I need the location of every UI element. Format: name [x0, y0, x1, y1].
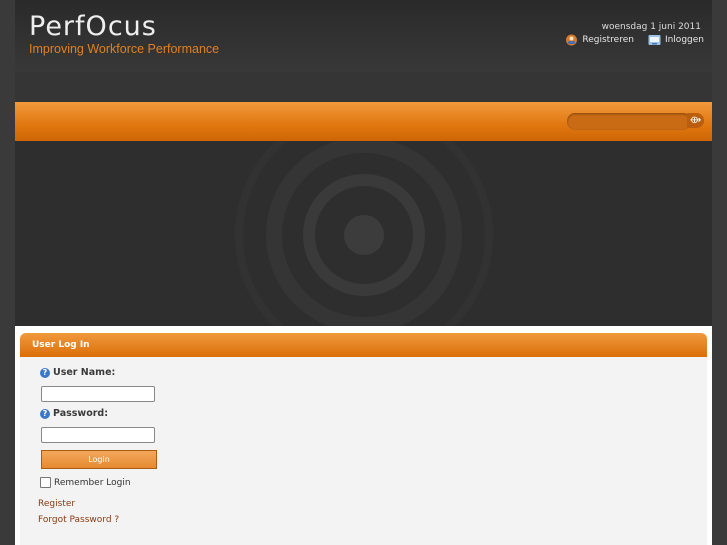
- page-frame: PerfOcus Improving Workforce Performance…: [15, 0, 712, 545]
- register-top-link[interactable]: Registreren: [565, 34, 634, 46]
- remember-label: Remember Login: [54, 477, 131, 488]
- register-icon: [566, 34, 578, 46]
- search-go-icon: ⟴: [689, 115, 702, 126]
- search-input[interactable]: [567, 113, 691, 130]
- top-links: Registreren Inloggen: [565, 34, 704, 46]
- register-link[interactable]: Register: [38, 499, 75, 509]
- register-top-label: Registreren: [582, 35, 634, 45]
- logo[interactable]: PerfOcus: [29, 11, 157, 42]
- login-top-link[interactable]: Inloggen: [648, 34, 704, 46]
- username-label: ? User Name:: [40, 367, 115, 378]
- login-button[interactable]: Login: [41, 450, 157, 469]
- forgot-password-link[interactable]: Forgot Password ?: [38, 515, 119, 525]
- header: PerfOcus Improving Workforce Performance…: [15, 0, 712, 72]
- login-icon: [648, 35, 661, 45]
- password-label-text: Password:: [53, 408, 109, 419]
- username-field[interactable]: [41, 386, 155, 402]
- remember-login[interactable]: Remember Login: [40, 477, 131, 488]
- login-panel: User Log In ? User Name: ? Password: Log…: [20, 333, 707, 545]
- login-top-label: Inloggen: [664, 35, 704, 45]
- password-field[interactable]: [41, 427, 155, 443]
- logo-text: PerfOcus: [29, 11, 157, 42]
- password-label: ? Password:: [40, 408, 108, 419]
- content-area: User Log In ? User Name: ? Password: Log…: [15, 326, 712, 545]
- remember-checkbox[interactable]: [40, 477, 51, 488]
- current-date: woensdag 1 juni 2011: [601, 22, 701, 32]
- username-label-text: User Name:: [53, 367, 116, 378]
- search-button[interactable]: ⟴: [687, 113, 704, 128]
- tagline: Improving Workforce Performance: [29, 42, 220, 56]
- nav-bar: [15, 72, 712, 102]
- help-icon[interactable]: ?: [40, 367, 50, 378]
- help-icon[interactable]: ?: [40, 408, 50, 419]
- login-panel-title: User Log In: [20, 333, 707, 357]
